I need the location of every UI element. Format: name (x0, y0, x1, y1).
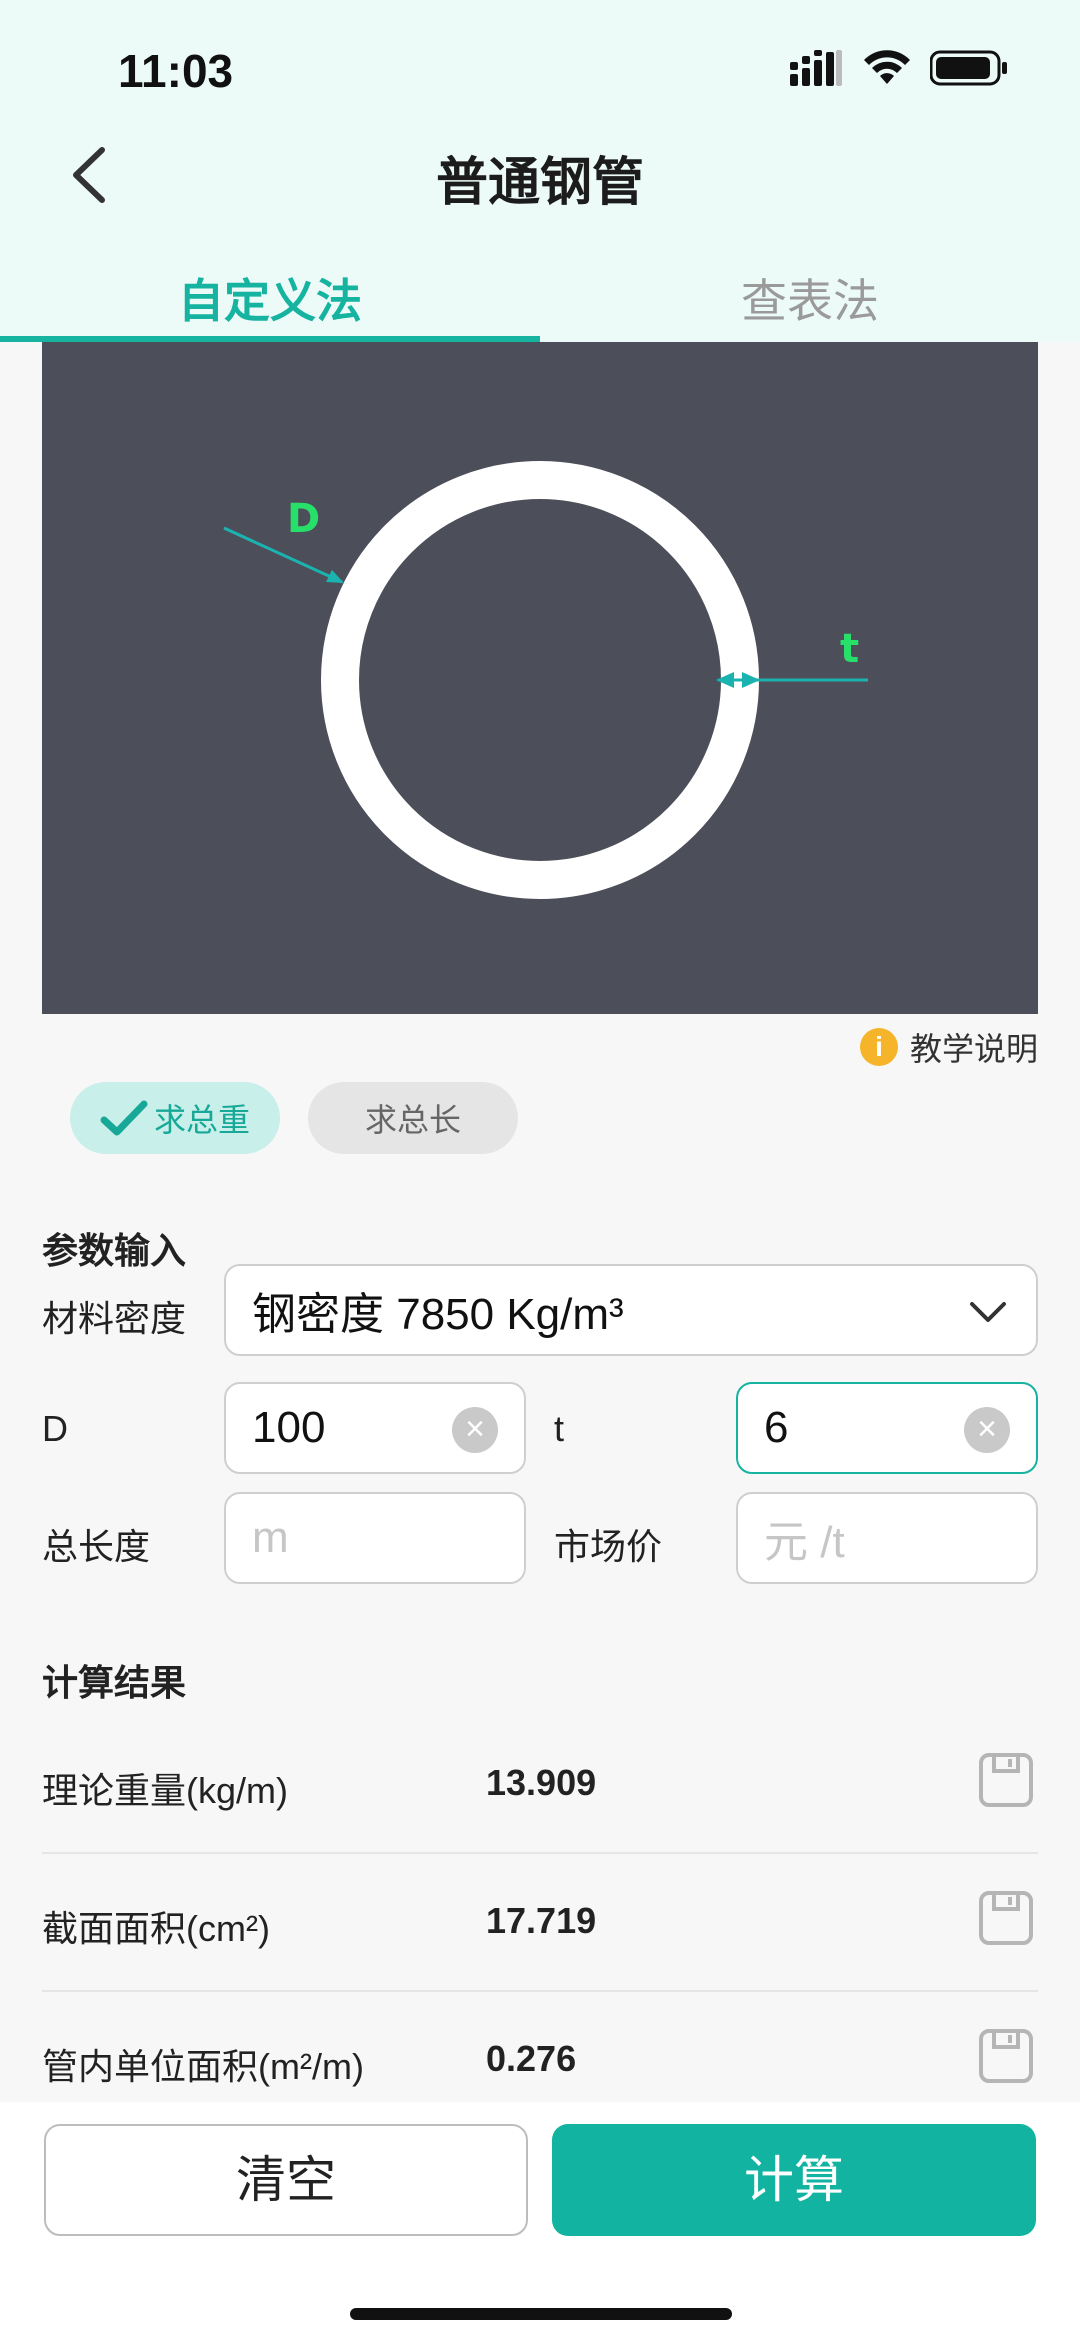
t-label: t (554, 1408, 565, 1449)
info-icon: i (859, 1028, 898, 1066)
result-value: 0.276 (486, 2038, 577, 2079)
result-label: 截面面积(cm²) (42, 1908, 270, 1949)
market-price-placeholder: 元 /t (764, 1518, 845, 1567)
d-input-value: 100 (252, 1403, 326, 1452)
teaching-instructions-link[interactable]: i 教学说明 (859, 1024, 1038, 1070)
pipe-cross-section: D t (223, 461, 868, 899)
battery-icon (930, 50, 1007, 86)
save-icon[interactable] (978, 1890, 1034, 1946)
result-value: 17.719 (486, 1900, 597, 1941)
d-label: D (42, 1408, 68, 1449)
page-title: 普通钢管 (435, 154, 644, 212)
market-price-input[interactable]: 元 /t (736, 1492, 1038, 1584)
save-icon[interactable] (978, 1752, 1034, 1808)
clear-button[interactable]: 清空 (44, 2124, 528, 2236)
density-select[interactable]: 钢密度 7850 Kg/m³ (224, 1264, 1038, 1356)
home-indicator[interactable] (350, 2308, 732, 2320)
pipe-diagram: D t (42, 342, 1038, 1014)
status-icons (790, 50, 1008, 86)
wifi-icon (864, 50, 910, 84)
mode-total-weight-label: 求总重 (153, 1102, 250, 1138)
teaching-instructions-label: 教学说明 (909, 1031, 1038, 1067)
footer-bar: 清空 计算 (0, 2102, 1080, 2338)
calculate-button[interactable]: 计算 (552, 2124, 1036, 2236)
save-icon[interactable] (978, 2028, 1034, 2084)
density-value: 钢密度 7850 Kg/m³ (252, 1290, 624, 1339)
diagram-label-t: t (840, 626, 859, 672)
results-section-title: 计算结果 (42, 1662, 187, 1703)
clear-t-icon[interactable]: × (964, 1407, 1010, 1453)
signal-icon (790, 50, 842, 86)
mode-total-length-button[interactable]: 求总长 (308, 1082, 518, 1154)
total-length-label: 总长度 (42, 1526, 151, 1567)
clear-d-icon[interactable]: × (452, 1407, 498, 1453)
tab-bar: 自定义法 查表法 (0, 255, 1080, 342)
result-label: 理论重量(kg/m) (42, 1770, 288, 1811)
status-time: 11:03 (118, 45, 234, 97)
market-price-label: 市场价 (554, 1526, 663, 1567)
result-label: 管内单位面积(m²/m) (42, 2046, 364, 2087)
check-icon (100, 1100, 148, 1136)
result-value: 13.909 (486, 1762, 597, 1803)
d-input[interactable]: 100 × (224, 1382, 526, 1474)
diagram-label-d: D (287, 496, 320, 542)
result-row-section-area: 截面面积(cm²) 17.719 (42, 1854, 1038, 1992)
header: 11:03 普通钢管 自定义法 查表法 (0, 0, 1080, 342)
params-section-title: 参数输入 (42, 1230, 187, 1271)
tab-table-method[interactable]: 查表法 (540, 255, 1080, 342)
tab-custom-method[interactable]: 自定义法 (0, 255, 540, 342)
mode-total-length-label: 求总长 (364, 1102, 461, 1138)
mode-total-weight-button[interactable]: 求总重 (70, 1082, 280, 1154)
t-input[interactable]: 6 × (736, 1382, 1038, 1474)
result-row-theoretical-weight: 理论重量(kg/m) 13.909 (42, 1716, 1038, 1854)
density-label: 材料密度 (42, 1298, 187, 1339)
total-length-placeholder: m (252, 1513, 289, 1562)
total-length-input[interactable]: m (224, 1492, 526, 1584)
t-input-value: 6 (764, 1403, 789, 1452)
chevron-down-icon (970, 1302, 1006, 1322)
